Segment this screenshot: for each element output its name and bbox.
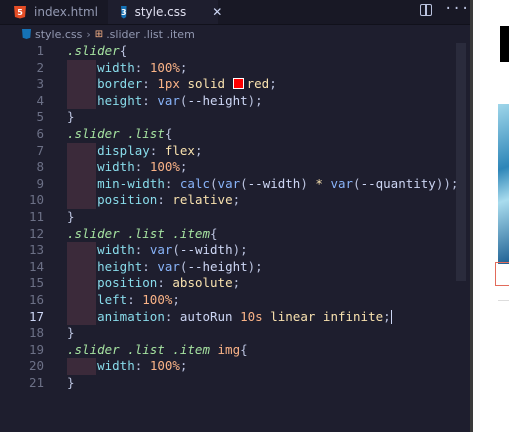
- line-number: 7: [36, 142, 44, 158]
- line-text: .slider{: [67, 43, 128, 58]
- line-text: }: [67, 374, 75, 390]
- code-line[interactable]: 3 border: 1px solid red;: [0, 76, 465, 93]
- code-line-active[interactable]: 17 animation: autoRun 10s linear infinit…: [0, 308, 465, 326]
- code-line[interactable]: 19 .slider .list .item img{: [0, 342, 465, 359]
- preview-block: [500, 26, 509, 62]
- tab-label: index.html: [34, 5, 98, 19]
- code-line[interactable]: 9 min-width: calc(var(--width) * var(--q…: [0, 175, 465, 193]
- code-line[interactable]: 18}: [0, 325, 465, 342]
- selector-symbol-icon: ⊞: [94, 28, 104, 40]
- scrollbar[interactable]: [456, 43, 466, 281]
- code-line[interactable]: 16 left: 100%;: [0, 291, 465, 309]
- code-line[interactable]: 12 .slider .list .item{: [0, 226, 465, 243]
- line-number: 4: [36, 92, 44, 108]
- preview-image: [498, 104, 509, 264]
- line-text: width: 100%;: [97, 59, 188, 75]
- line-text: }: [67, 208, 75, 224]
- line-number: 8: [36, 159, 44, 175]
- line-number: 12: [28, 225, 44, 241]
- line-text: .slider .list .item img{: [67, 341, 248, 357]
- tab-style-css[interactable]: 3 style.css ✕: [108, 0, 222, 24]
- browser-preview: [470, 0, 509, 432]
- css3-icon: [22, 29, 31, 39]
- line-text: .slider .list{: [67, 125, 173, 141]
- code-line[interactable]: 21}: [0, 375, 465, 392]
- code-line[interactable]: 14 height: var(--height);: [0, 258, 465, 276]
- line-text: border: 1px solid red;: [97, 76, 277, 92]
- preview-divider: [498, 300, 509, 301]
- breadcrumb-file[interactable]: style.css: [35, 28, 82, 41]
- line-number: 16: [28, 291, 44, 307]
- tab-index-html[interactable]: 5 index.html: [0, 0, 106, 24]
- line-text: left: 100%;: [97, 291, 180, 307]
- line-number: 11: [28, 208, 44, 224]
- code-line[interactable]: 2 width: 100%;: [0, 59, 465, 77]
- line-text: }: [67, 325, 75, 341]
- line-text: width: var(--width);: [97, 242, 248, 258]
- color-swatch[interactable]: [232, 78, 244, 90]
- line-text: animation: autoRun 10s linear infinite;: [97, 308, 392, 324]
- line-number: 17: [28, 308, 44, 324]
- line-text: display: flex;: [97, 142, 203, 158]
- css3-icon: 3: [121, 5, 127, 19]
- line-number: 13: [28, 242, 44, 258]
- line-text: height: var(--height);: [97, 258, 263, 274]
- tab-bar: 5 index.html 3 style.css ✕ ···: [0, 0, 470, 25]
- chevron-right-icon: ›: [86, 27, 91, 41]
- code-line[interactable]: 10 position: relative;: [0, 192, 465, 209]
- line-text: .slider .list .item{: [67, 225, 218, 241]
- line-number: 1: [36, 43, 44, 58]
- split-editor-icon[interactable]: [420, 4, 432, 16]
- code-line[interactable]: 7 display: flex;: [0, 142, 465, 160]
- tab-label: style.css: [134, 5, 187, 19]
- line-number: 14: [28, 258, 44, 274]
- more-actions-icon[interactable]: ···: [444, 0, 469, 20]
- code-area[interactable]: 1 .slider{ 2 width: 100%; 3 border: 1px s…: [0, 43, 465, 391]
- code-line[interactable]: 13 width: var(--width);: [0, 242, 465, 259]
- code-line[interactable]: 6 .slider .list{: [0, 126, 465, 143]
- code-line[interactable]: 1 .slider{: [0, 43, 465, 60]
- line-text: }: [67, 109, 75, 125]
- text-cursor: [390, 309, 392, 324]
- code-editor[interactable]: 5 index.html 3 style.css ✕ ··· style.css…: [0, 0, 470, 432]
- code-line[interactable]: 5}: [0, 109, 465, 126]
- code-line[interactable]: 4 height: var(--height);: [0, 92, 465, 110]
- line-number: 21: [28, 374, 44, 390]
- preview-slider-border: [495, 262, 509, 286]
- code-line[interactable]: 20 width: 100%;: [0, 358, 465, 375]
- line-text: width: 100%;: [97, 358, 188, 374]
- line-number: 2: [36, 59, 44, 75]
- line-number: 3: [36, 76, 44, 92]
- line-number: 5: [36, 109, 44, 125]
- code-line[interactable]: 11}: [0, 209, 465, 226]
- line-number: 10: [28, 192, 44, 208]
- code-line[interactable]: 8 width: 100%;: [0, 159, 465, 176]
- line-text: position: absolute;: [97, 275, 241, 291]
- line-text: width: 100%;: [97, 159, 188, 175]
- code-line[interactable]: 15 position: absolute;: [0, 275, 465, 292]
- line-text: height: var(--height);: [97, 92, 263, 108]
- close-icon[interactable]: ✕: [212, 5, 222, 19]
- line-number: 9: [36, 175, 44, 191]
- line-number: 20: [28, 358, 44, 374]
- line-number: 15: [28, 275, 44, 291]
- breadcrumb: style.css › ⊞ .slider .list .item: [0, 25, 470, 43]
- html5-icon: 5: [14, 5, 26, 19]
- line-text: position: relative;: [97, 192, 241, 208]
- line-number: 18: [28, 325, 44, 341]
- line-number: 19: [28, 341, 44, 357]
- line-text: min-width: calc(var(--width) * var(--qua…: [97, 175, 459, 191]
- breadcrumb-selector[interactable]: .slider .list .item: [106, 28, 195, 41]
- line-number: 6: [36, 125, 44, 141]
